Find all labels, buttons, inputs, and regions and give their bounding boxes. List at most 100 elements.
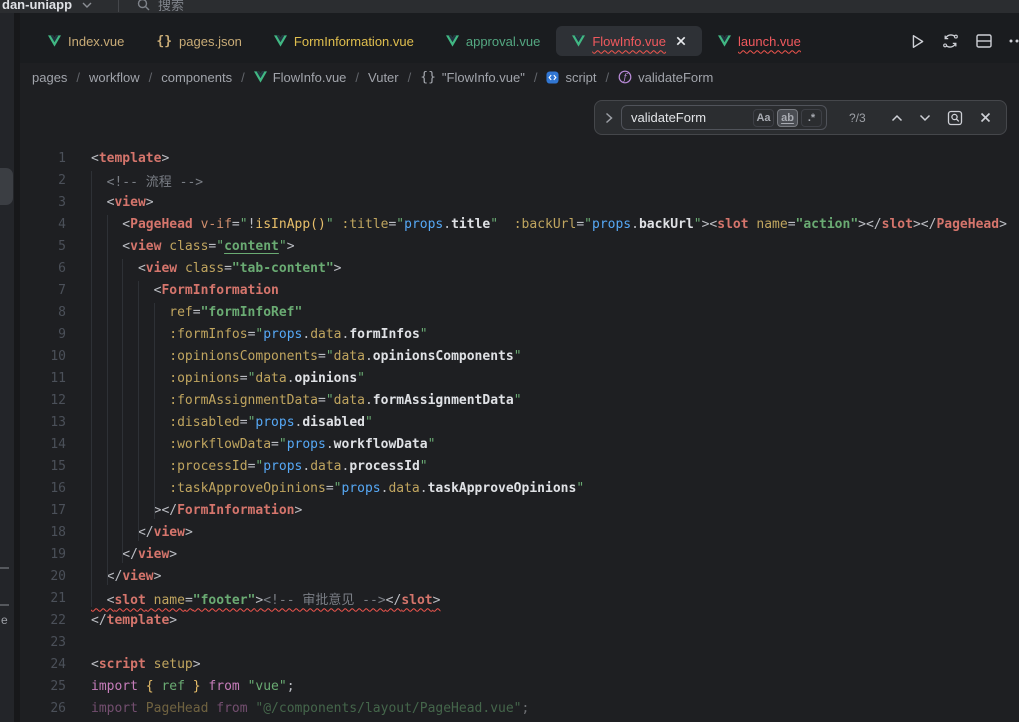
- code-line[interactable]: 5 <view class="content">: [20, 235, 1019, 257]
- code-line[interactable]: 9 :formInfos="props.data.formInfos": [20, 323, 1019, 345]
- code-token: :opinionsComponents: [169, 349, 318, 364]
- line-number: 24: [20, 657, 66, 672]
- find-input[interactable]: validateForm Aa ab .*: [621, 105, 827, 130]
- breadcrumb-item[interactable]: fvalidateForm: [618, 70, 713, 85]
- breadcrumb-item[interactable]: pages: [32, 70, 67, 85]
- code-line[interactable]: 20 </view>: [20, 565, 1019, 587]
- code-line[interactable]: 14 :workflowData="props.workflowData": [20, 433, 1019, 455]
- code-token: :opinions: [169, 371, 239, 386]
- code-token: name: [756, 217, 787, 232]
- code-line[interactable]: 6 <view class="tab-content">: [20, 257, 1019, 279]
- close-tab-icon[interactable]: [676, 36, 686, 46]
- tab-pages-json[interactable]: {}pages.json: [140, 26, 258, 56]
- code-token: opinions: [295, 371, 358, 386]
- code-token: ": [365, 415, 373, 430]
- code-token: [91, 393, 169, 408]
- code-token: ": [576, 481, 584, 496]
- code-text: <slot name="footer"><!-- 审批意见 --></slot>: [91, 589, 440, 608]
- search-icon[interactable]: [137, 0, 150, 11]
- code-token: >: [334, 261, 342, 276]
- next-match-icon[interactable]: [919, 114, 931, 122]
- code-line[interactable]: 18 </view>: [20, 521, 1019, 543]
- breadcrumb-item[interactable]: components: [161, 70, 232, 85]
- breadcrumb-item[interactable]: FlowInfo.vue: [254, 70, 347, 85]
- code-token: ": [584, 217, 592, 232]
- tab-index-vue[interactable]: Index.vue: [32, 26, 140, 56]
- code-text: <view>: [91, 195, 154, 210]
- code-token: :processId: [169, 459, 247, 474]
- breadcrumb-item[interactable]: {}"FlowInfo.vue": [420, 70, 525, 85]
- tab-launch-vue[interactable]: launch.vue: [702, 26, 817, 56]
- code-line[interactable]: 4 <PageHead v-if="!isInApp()" :title="pr…: [20, 213, 1019, 235]
- code-line[interactable]: 25import { ref } from "vue";: [20, 675, 1019, 697]
- breadcrumb-item[interactable]: script: [546, 70, 596, 85]
- code-token: [91, 305, 169, 320]
- code-token: ": [420, 459, 428, 474]
- code-line[interactable]: 17 ></FormInformation>: [20, 499, 1019, 521]
- line-number: 23: [20, 635, 66, 650]
- code-line[interactable]: 13 :disabled="props.disabled": [20, 411, 1019, 433]
- code-token: formInfos: [349, 327, 419, 342]
- regex-toggle[interactable]: .*: [801, 109, 822, 127]
- code-token: template: [107, 613, 170, 628]
- code-line[interactable]: 10 :opinionsComponents="data.opinionsCom…: [20, 345, 1019, 367]
- split-editor-icon[interactable]: [976, 34, 992, 48]
- breadcrumb-item[interactable]: workflow: [89, 70, 140, 85]
- open-in-find-window-icon[interactable]: [947, 110, 964, 126]
- tab-label: launch.vue: [738, 34, 801, 49]
- breadcrumb-item[interactable]: Vuter: [368, 70, 399, 85]
- code-editor[interactable]: validateForm Aa ab .* ?/3: [20, 91, 1019, 722]
- breadcrumb-separator: /: [76, 70, 80, 85]
- search-label[interactable]: 搜索: [158, 0, 184, 13]
- tab-forminformation-vue[interactable]: FormInformation.vue: [258, 26, 430, 56]
- code-token: props: [287, 437, 326, 452]
- code-line[interactable]: 16 :taskApproveOpinions="props.data.task…: [20, 477, 1019, 499]
- code-line[interactable]: 22</template>: [20, 609, 1019, 631]
- line-number: 2: [20, 173, 66, 188]
- match-case-toggle[interactable]: Aa: [753, 109, 774, 127]
- line-number: 1: [20, 151, 66, 166]
- code-line[interactable]: 8 ref="formInfoRef": [20, 301, 1019, 323]
- code-token: [138, 679, 146, 694]
- tab-flowinfo-vue[interactable]: FlowInfo.vue: [556, 26, 702, 56]
- expand-replace-icon[interactable]: [605, 112, 613, 124]
- code-line[interactable]: 21 <slot name="footer"><!-- 审批意见 --></sl…: [20, 587, 1019, 609]
- line-number: 6: [20, 261, 66, 276]
- code-line[interactable]: 23: [20, 631, 1019, 653]
- line-number: 14: [20, 437, 66, 452]
- code-token: props: [263, 327, 302, 342]
- tab-approval-vue[interactable]: approval.vue: [430, 26, 556, 56]
- code-line[interactable]: 19 </view>: [20, 543, 1019, 565]
- code-line[interactable]: 11 :opinions="data.opinions": [20, 367, 1019, 389]
- code-token: template: [99, 151, 162, 166]
- sync-icon[interactable]: [942, 33, 959, 49]
- code-token: [177, 261, 185, 276]
- code-token: >: [161, 151, 169, 166]
- code-line[interactable]: 2 <!-- 流程 -->: [20, 169, 1019, 191]
- code-line[interactable]: 7 <FormInformation: [20, 279, 1019, 301]
- code-token: [334, 217, 342, 232]
- run-icon[interactable]: [910, 34, 925, 49]
- code-line[interactable]: 26import PageHead from "@/components/lay…: [20, 697, 1019, 719]
- code-token: ": [326, 393, 334, 408]
- code-line[interactable]: 15 :processId="props.data.processId": [20, 455, 1019, 477]
- code-line[interactable]: 24 <script setup>: [20, 653, 1019, 675]
- code-token: content: [224, 239, 279, 254]
- code-line[interactable]: 12 :formAssignmentData="data.formAssignm…: [20, 389, 1019, 411]
- words-toggle[interactable]: ab: [777, 109, 798, 127]
- close-find-icon[interactable]: [980, 112, 991, 123]
- previous-match-icon[interactable]: [891, 114, 903, 122]
- code-text: :opinionsComponents="data.opinionsCompon…: [91, 349, 522, 364]
- toolwindow-button-active[interactable]: [0, 168, 13, 205]
- more-options-icon[interactable]: [1009, 39, 1019, 43]
- code-token: .: [365, 393, 373, 408]
- project-name[interactable]: dan-uniapp: [2, 0, 72, 12]
- code-token: .: [365, 349, 373, 364]
- code-token: view: [146, 261, 177, 276]
- chevron-down-icon[interactable]: [82, 0, 92, 13]
- code-token: props: [404, 217, 443, 232]
- code-line[interactable]: 1<template>: [20, 147, 1019, 169]
- breadcrumb-label: FlowInfo.vue: [273, 70, 347, 85]
- code-text: <script setup>: [91, 657, 201, 672]
- code-line[interactable]: 3 <view>: [20, 191, 1019, 213]
